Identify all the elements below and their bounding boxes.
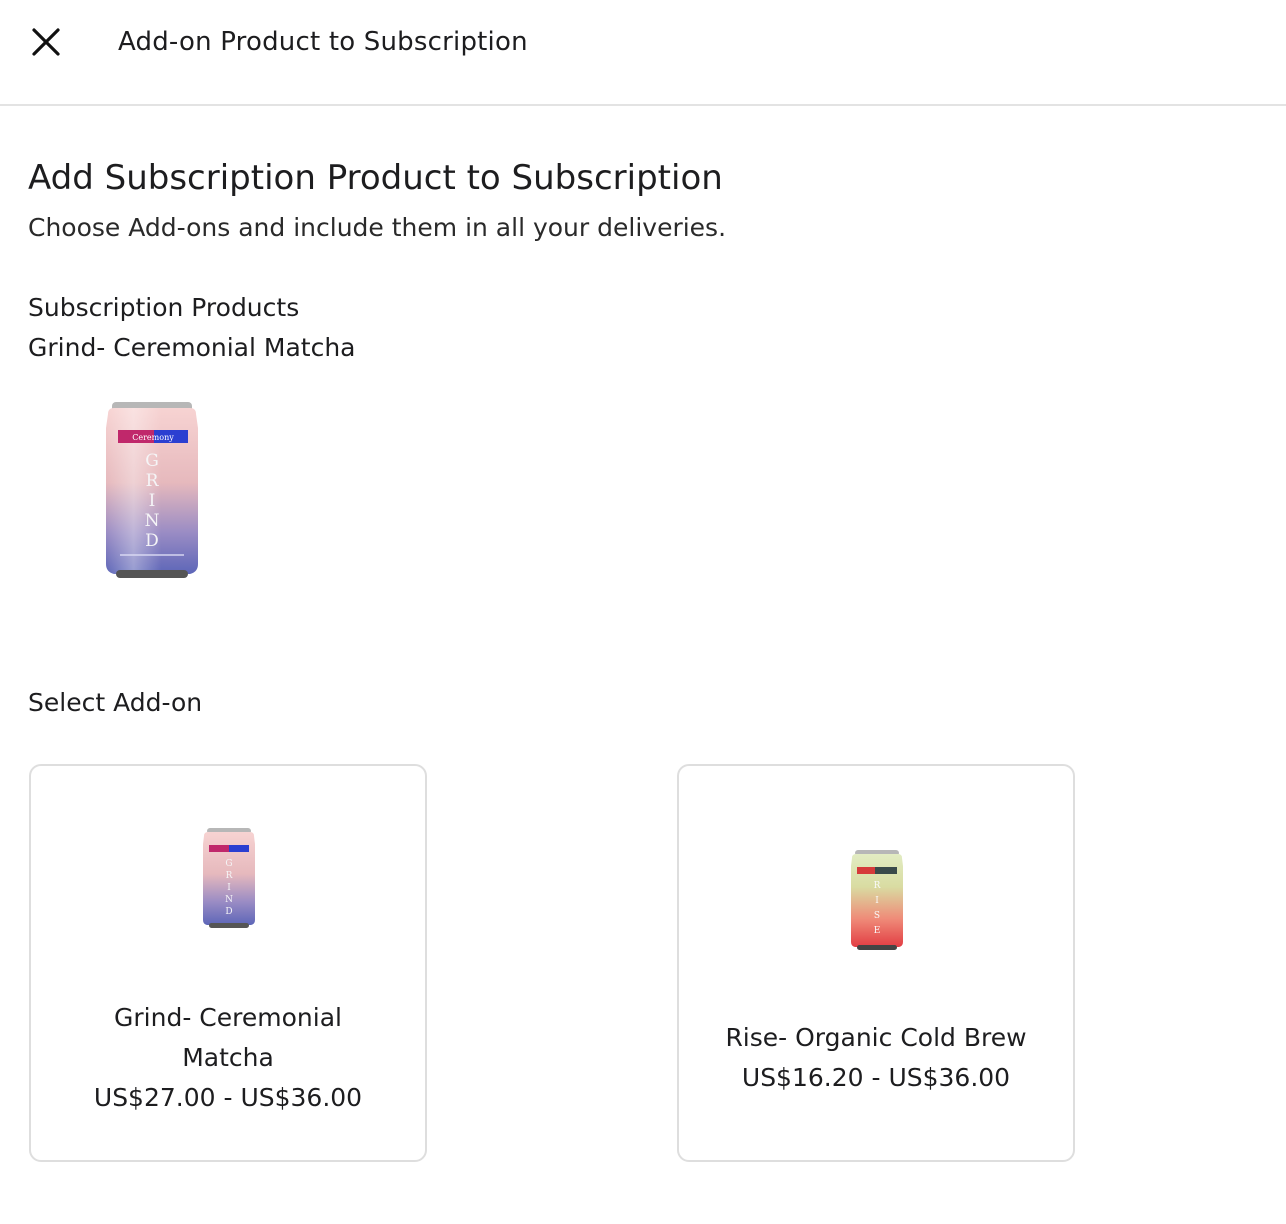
current-product-image: Ceremony G R I N D [106,402,198,578]
close-button[interactable] [26,22,66,62]
svg-text:G: G [225,859,232,869]
svg-text:N: N [145,511,160,531]
addon-card-text: Grind- Ceremonial Matcha US$27.00 - US$3… [41,998,415,1118]
page: Add-on Product to Subscription Add Subsc… [0,0,1286,1224]
header-title: Add-on Product to Subscription [118,27,528,57]
modal-header: Add-on Product to Subscription [0,0,1286,106]
page-title: Add Subscription Product to Subscription [28,158,723,198]
page-subtitle: Choose Add-ons and include them in all y… [28,213,727,242]
svg-text:R: R [874,881,881,891]
addon-product-image: R I S E [851,850,903,950]
svg-text:R: R [146,471,160,491]
addon-name: Rise- Organic Cold Brew [725,1023,1027,1052]
addon-card-rise[interactable]: R I S E Rise- Organic Cold Brew US$16.20… [677,764,1075,1162]
addon-name: Grind- Ceremonial Matcha [114,1003,342,1072]
select-addon-label: Select Add-on [28,688,203,717]
addon-product-image: G R I N D [203,828,255,928]
svg-text:E: E [874,926,881,936]
svg-text:D: D [145,531,159,551]
addon-card-grind[interactable]: G R I N D Grind- Ceremonial Matcha US$27… [29,764,427,1162]
svg-text:N: N [225,895,233,905]
svg-text:I: I [227,883,231,893]
current-product-name: Grind- Ceremonial Matcha [28,333,356,362]
addon-price: US$27.00 - US$36.00 [93,1083,363,1112]
svg-text:I: I [149,491,156,511]
svg-text:D: D [225,907,232,917]
svg-text:I: I [875,896,879,906]
subscription-products-label: Subscription Products [28,293,300,322]
can-brand-text: Ceremony [132,433,174,442]
addon-price: US$16.20 - US$36.00 [741,1063,1011,1092]
close-icon [32,28,60,56]
svg-text:S: S [874,911,880,921]
addon-card-text: Rise- Organic Cold Brew US$16.20 - US$36… [689,1018,1063,1098]
svg-text:G: G [145,451,159,471]
svg-text:R: R [226,871,233,881]
